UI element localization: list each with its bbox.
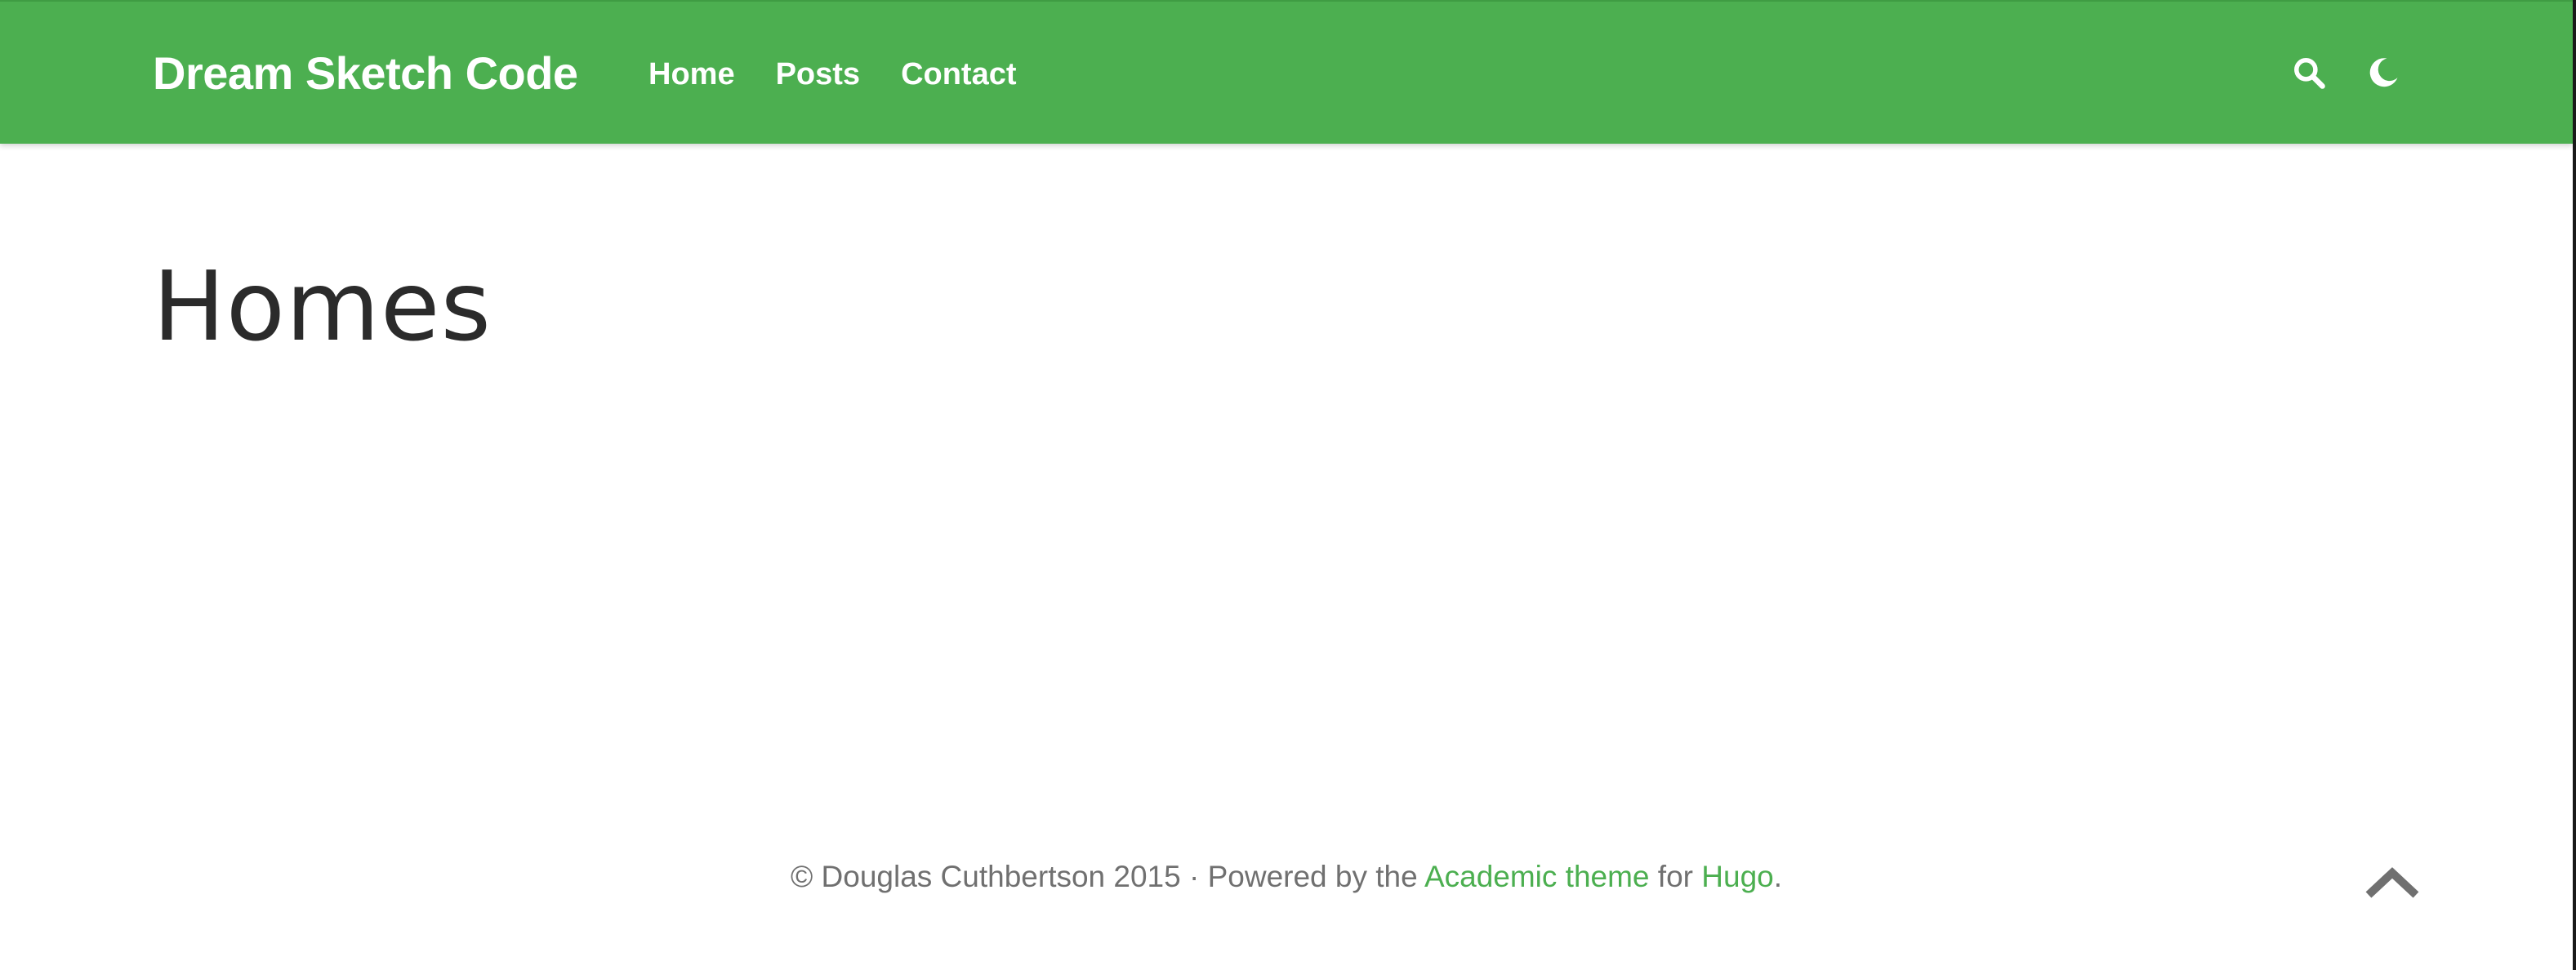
- nav-links: Home Posts Contact: [648, 54, 1017, 95]
- nav-link-home[interactable]: Home: [648, 54, 735, 95]
- page-title: Homes: [153, 250, 492, 363]
- nav-link-posts[interactable]: Posts: [776, 54, 860, 95]
- moon-icon: [2369, 58, 2398, 87]
- dark-mode-toggle[interactable]: [2363, 52, 2404, 93]
- navbar: Dream Sketch Code Home Posts Contact: [0, 0, 2573, 144]
- back-to-top-button[interactable]: [2362, 857, 2422, 906]
- hugo-link[interactable]: Hugo: [1701, 860, 1773, 893]
- site-brand[interactable]: Dream Sketch Code: [153, 47, 578, 100]
- search-icon: [2294, 58, 2325, 89]
- footer-for-text: for: [1649, 860, 1702, 893]
- chevron-up-icon: [2365, 867, 2419, 898]
- footer-period: .: [1773, 860, 1782, 893]
- nav-link-contact[interactable]: Contact: [901, 54, 1016, 95]
- search-button[interactable]: [2289, 52, 2329, 93]
- academic-theme-link[interactable]: Academic theme: [1424, 860, 1650, 893]
- footer: © Douglas Cuthbertson 2015 · Powered by …: [0, 852, 2573, 901]
- footer-copyright: © Douglas Cuthbertson 2015 · Powered by …: [790, 860, 1424, 893]
- window-edge: [2573, 0, 2576, 970]
